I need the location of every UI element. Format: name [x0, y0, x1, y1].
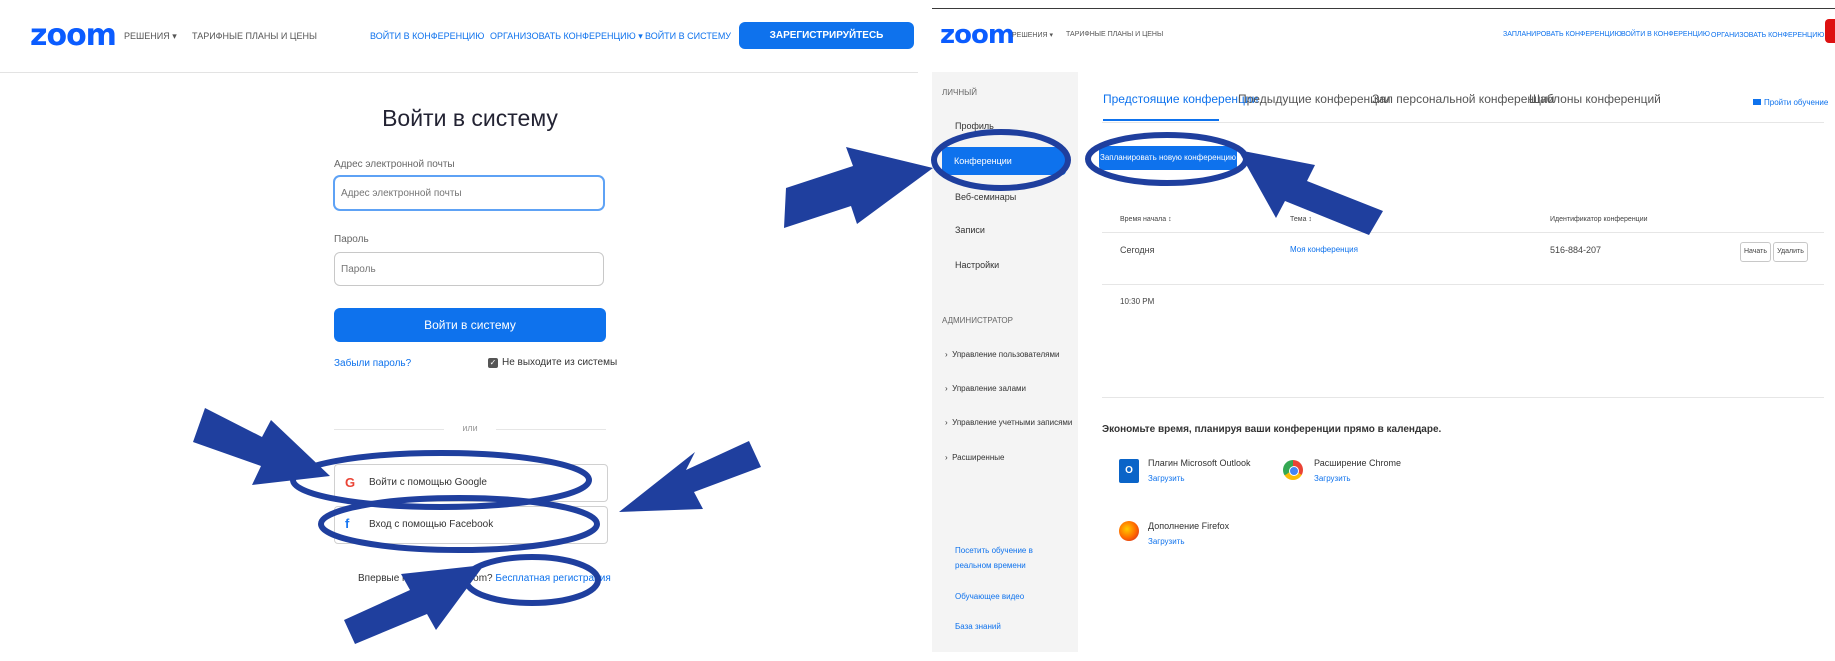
- col-start-time[interactable]: Время начала ↕: [1120, 216, 1172, 223]
- sidebar-item-advanced[interactable]: › Расширенные: [945, 453, 1004, 462]
- nav-host-right[interactable]: ОРГАНИЗОВАТЬ КОНФЕРЕНЦИЮ ▾: [1711, 31, 1830, 39]
- stay-signed-checkbox[interactable]: ✓: [488, 358, 498, 368]
- video-icon: [1753, 99, 1761, 105]
- tab-upcoming-indicator: [1103, 119, 1219, 121]
- tab-templates[interactable]: Шаблоны конференций: [1529, 92, 1661, 106]
- sidebar-personal-header: ЛИЧНЫЙ: [942, 88, 977, 97]
- plugin-outlook-name: Плагин Microsoft Outlook: [1148, 458, 1251, 468]
- google-icon: G: [345, 475, 356, 490]
- password-label: Пароль: [334, 234, 369, 245]
- meeting-date: Сегодня: [1120, 245, 1155, 255]
- section-divider: [1102, 397, 1824, 398]
- plugin-chrome-name: Расширение Chrome: [1314, 458, 1401, 468]
- outlook-icon: O: [1119, 459, 1139, 483]
- firefox-icon: [1119, 521, 1139, 541]
- divider-left: [334, 429, 444, 430]
- facebook-login-button[interactable]: f Вход с помощью Facebook: [334, 506, 608, 544]
- sidebar-link-video-tutorials[interactable]: Обучающее видео: [955, 592, 1024, 601]
- nav-host[interactable]: ОРГАНИЗОВАТЬ КОНФЕРЕНЦИЮ ▾: [490, 31, 643, 42]
- nav-solutions[interactable]: РЕШЕНИЯ ▾: [124, 31, 177, 42]
- plugin-outlook-download[interactable]: Загрузить: [1148, 474, 1185, 483]
- table-header-divider: [1102, 232, 1824, 233]
- plugin-firefox-name: Дополнение Firefox: [1148, 521, 1230, 531]
- new-user-prefix: Впервые пользуетесь Zoom?: [358, 573, 493, 584]
- plugin-chrome-download[interactable]: Загрузить: [1314, 474, 1351, 483]
- password-field[interactable]: [334, 252, 604, 286]
- zoom-logo[interactable]: zoom: [30, 18, 117, 53]
- delete-meeting-button[interactable]: Удалить: [1773, 242, 1808, 262]
- tab-upcoming[interactable]: Предстоящие конференции: [1103, 92, 1258, 106]
- sidebar-link-knowledge-base[interactable]: База знаний: [955, 622, 1001, 631]
- meeting-id: 516-884-207: [1550, 245, 1602, 255]
- table-row-divider: [1102, 284, 1824, 285]
- tab-personal-room[interactable]: Зал персональной конференции: [1372, 92, 1554, 106]
- forgot-password-link[interactable]: Забыли пароль?: [334, 358, 411, 369]
- email-field[interactable]: [334, 176, 604, 210]
- plugin-firefox-download[interactable]: Загрузить: [1148, 537, 1185, 546]
- email-label: Адрес электронной почты: [334, 159, 455, 170]
- start-meeting-button[interactable]: Начать: [1740, 242, 1771, 262]
- nav-schedule-right[interactable]: ЗАПЛАНИРОВАТЬ КОНФЕРЕНЦИЮ: [1503, 31, 1622, 38]
- tab-previous[interactable]: Предыдущие конференции: [1238, 92, 1390, 106]
- sidebar-admin-header: АДМИНИСТРАТОР: [942, 316, 1013, 325]
- top-border: [932, 8, 1835, 9]
- tabs-divider: [1102, 122, 1824, 123]
- sidebar-item-meetings-label: Конференции: [954, 156, 1012, 166]
- schedule-meeting-button[interactable]: Запланировать новую конференцию: [1099, 146, 1237, 170]
- sidebar-item-profile[interactable]: Профиль: [955, 121, 994, 131]
- training-link-label: Пройти обучение: [1764, 98, 1829, 107]
- col-topic[interactable]: Тема ↕: [1290, 216, 1312, 223]
- page-title: Войти в систему: [382, 105, 558, 131]
- sidebar-link-live-training[interactable]: Посетить обучение в реальном времени: [955, 543, 1067, 573]
- nav-join-right[interactable]: ВОЙТИ В КОНФЕРЕНЦИЮ: [1621, 31, 1710, 38]
- sidebar-item-recordings[interactable]: Записи: [955, 225, 985, 235]
- sidebar-item-room-management-label: Управление залами: [952, 384, 1027, 393]
- google-login-label: Войти с помощью Google: [369, 477, 487, 488]
- divider-right: [496, 429, 606, 430]
- sidebar-item-account-management[interactable]: › Управление учетными записями: [945, 418, 1072, 427]
- sidebar-item-settings[interactable]: Настройки: [955, 260, 999, 270]
- signup-button[interactable]: ЗАРЕГИСТРИРУЙТЕСЬ БЕСПЛАТНО: [739, 22, 914, 68]
- login-button[interactable]: Войти в систему: [334, 308, 606, 342]
- avatar[interactable]: [1825, 19, 1835, 43]
- training-link[interactable]: Пройти обучение: [1753, 98, 1828, 107]
- sidebar-item-user-management[interactable]: › Управление пользователями: [945, 350, 1059, 359]
- sidebar-item-room-management[interactable]: › Управление залами: [945, 384, 1026, 393]
- free-signup-link[interactable]: Бесплатная регистрация: [495, 573, 610, 584]
- stay-signed-label: Не выходите из системы: [502, 357, 618, 368]
- sidebar-item-account-management-label: Управление учетными записями: [952, 418, 1073, 427]
- facebook-login-label: Вход с помощью Facebook: [369, 519, 494, 530]
- nav-join[interactable]: ВОЙТИ В КОНФЕРЕНЦИЮ: [370, 31, 484, 41]
- meeting-topic-link[interactable]: Моя конференция: [1290, 245, 1358, 254]
- sidebar-item-user-management-label: Управление пользователями: [952, 350, 1060, 359]
- sidebar-item-advanced-label: Расширенные: [952, 453, 1005, 462]
- nav-plans-right[interactable]: ТАРИФНЫЕ ПЛАНЫ И ЦЕНЫ: [1066, 31, 1163, 38]
- new-user-text: Впервые пользуетесь Zoom? Бесплатная рег…: [358, 573, 611, 584]
- or-label: или: [462, 423, 478, 433]
- calendar-promo: Экономьте время, планируя ваши конференц…: [1102, 424, 1442, 435]
- facebook-icon: f: [345, 516, 350, 531]
- zoom-logo-right[interactable]: zoom: [940, 20, 1015, 50]
- sidebar-item-webinars[interactable]: Веб-семинары: [955, 192, 1016, 202]
- sidebar-item-meetings[interactable]: Конференции: [942, 147, 1066, 175]
- nav-solutions-right[interactable]: РЕШЕНИЯ ▾: [1012, 31, 1053, 39]
- google-login-button[interactable]: G Войти с помощью Google: [334, 464, 608, 502]
- chrome-icon: [1283, 460, 1303, 480]
- login-screenshot: zoom РЕШЕНИЯ ▾ ТАРИФНЫЕ ПЛАНЫ И ЦЕНЫ ВОЙ…: [0, 0, 918, 661]
- nav-plans[interactable]: ТАРИФНЫЕ ПЛАНЫ И ЦЕНЫ: [192, 31, 317, 41]
- col-meeting-id: Идентификатор конференции: [1550, 216, 1648, 223]
- nav-signin[interactable]: ВОЙТИ В СИСТЕМУ: [645, 31, 731, 41]
- meeting-time: 10:30 PM: [1120, 297, 1155, 306]
